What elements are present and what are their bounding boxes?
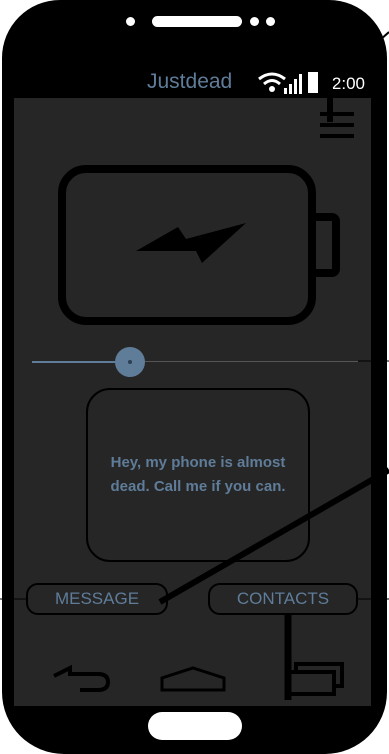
battery-threshold-slider-thumb[interactable] [114, 347, 145, 377]
carrier-label: Justdead [147, 70, 233, 93]
battery-icon [308, 72, 318, 93]
back-arrow-icon[interactable] [50, 664, 112, 692]
hardware-home-button[interactable] [148, 712, 242, 740]
battery-charging-icon [58, 165, 340, 325]
signal-icon [284, 74, 302, 94]
camera-dot [126, 17, 135, 26]
clock: 2:00 [331, 74, 365, 93]
message-button[interactable]: MESSAGE [26, 583, 168, 615]
app-mockup: Justdead 2:00 Hey, my phone is almost de… [0, 0, 389, 754]
message-text: Hey, my phone is almost dead. Call me if… [110, 454, 286, 495]
recent-apps-icon[interactable] [286, 662, 346, 696]
speaker-slot [152, 16, 242, 27]
hamburger-menu-icon[interactable] [320, 112, 354, 142]
message-preview[interactable]: Hey, my phone is almost dead. Call me if… [86, 388, 310, 562]
slider-track[interactable] [129, 361, 358, 362]
status-bar: Justdead 2:00 [14, 66, 371, 98]
sensor-dot [250, 17, 259, 26]
wifi-icon [258, 72, 286, 92]
sensor-dot [266, 17, 275, 26]
contacts-button[interactable]: CONTACTS [208, 583, 358, 615]
home-icon[interactable] [158, 666, 228, 692]
